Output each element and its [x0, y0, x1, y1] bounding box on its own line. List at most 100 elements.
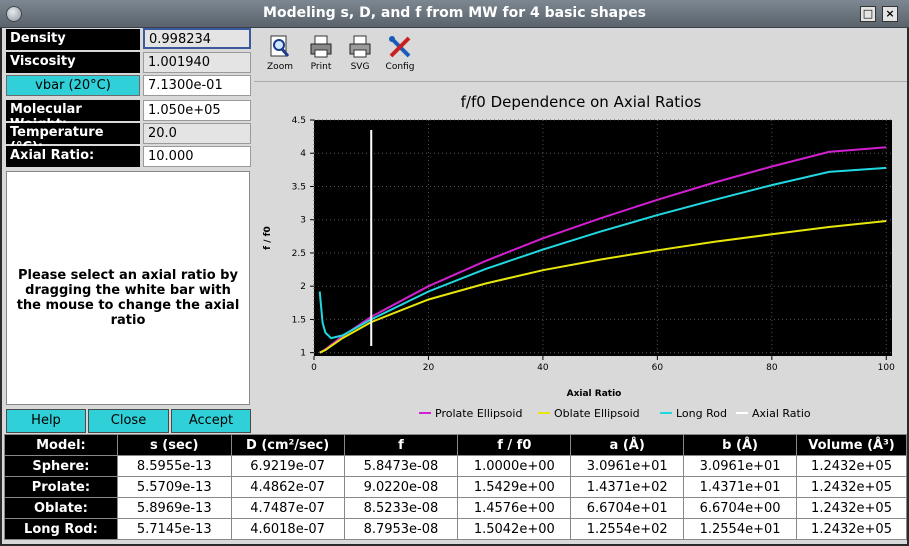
x-tick-label: 100: [878, 363, 895, 373]
table-row: Long Rod: 5.7145e-13 4.6018e-07 8.7953e-08 1…: [4, 518, 907, 540]
table-cell: 1.2432e+05: [796, 455, 907, 477]
table-cell: 8.5955e-13: [116, 455, 232, 477]
temperature-label: Temperature (°C):: [6, 123, 140, 155]
x-tick-label: 20: [423, 363, 435, 373]
y-tick-label: 3: [300, 216, 306, 226]
row-model-label: Prolate:: [4, 476, 118, 498]
ff0-chart[interactable]: f/f0 Dependence on Axial Ratios 0 20 40 60 8…: [254, 83, 907, 431]
table-cell: 8.5233e-08: [343, 497, 459, 519]
table-header: Volume (Å³): [796, 434, 907, 456]
table-cell: 4.6018e-07: [230, 518, 345, 540]
table-header: Model:: [4, 434, 118, 456]
table-cell: 6.9219e-07: [230, 455, 345, 477]
print-tool[interactable]: Print: [301, 34, 341, 72]
table-cell: 5.7145e-13: [116, 518, 232, 540]
table-row: Oblate: 5.8969e-13 4.7487e-07 8.5233e-08 1.4…: [4, 497, 907, 519]
zoom-tool[interactable]: Zoom: [260, 34, 300, 72]
x-tick-label: 60: [652, 363, 664, 373]
table-header: s (sec): [116, 434, 232, 456]
table-header: b (Å): [683, 434, 798, 456]
config-label: Config: [385, 62, 415, 72]
y-tick-label: 2.5: [292, 249, 306, 259]
table-header: f / f0: [457, 434, 572, 456]
table-row: Sphere: 8.5955e-13 6.9219e-07 5.8473e-08 1.0…: [4, 455, 907, 477]
table-cell: 1.4576e+00: [457, 497, 572, 519]
table-row: Prolate: 5.5709e-13 4.4862e-07 9.0220e-08 1.…: [4, 476, 907, 498]
chart-title: f/f0 Dependence on Axial Ratios: [461, 93, 702, 111]
row-model-label: Long Rod:: [4, 518, 118, 540]
y-tick-label: 2: [300, 282, 306, 292]
vbar-button[interactable]: vbar (20°C): [6, 75, 140, 96]
printer-icon: [310, 35, 332, 58]
table-cell: 1.2554e+02: [570, 518, 685, 540]
table-cell: 5.5709e-13: [116, 476, 232, 498]
table-cell: 6.6704e+01: [570, 497, 685, 519]
legend-label: Axial Ratio: [752, 407, 811, 420]
table-cell: 4.4862e-07: [230, 476, 345, 498]
maximize-button[interactable]: □: [860, 6, 876, 22]
vbar-field[interactable]: 7.1300e-01: [143, 75, 251, 96]
legend-label: Prolate Ellipsoid: [435, 407, 522, 420]
results-table: Model: s (sec) D (cm²/sec) f f / f0 a (Å) b (Å…: [4, 434, 907, 540]
svg-label: SVG: [350, 62, 370, 72]
table-cell: 1.2432e+05: [796, 518, 907, 540]
table-cell: 1.4371e+01: [683, 476, 798, 498]
table-cell: 5.8473e-08: [343, 455, 459, 477]
axial-ratio-label: Axial Ratio:: [6, 146, 140, 167]
plot-toolbar: Zoom Print SVG Config: [254, 28, 907, 82]
row-model-label: Sphere:: [4, 455, 118, 477]
tools-icon: [389, 36, 411, 58]
main-window: Density 0.998234 Viscosity 1.001940 vbar…: [2, 28, 907, 544]
y-axis-label: f / f0: [263, 226, 273, 250]
table-cell: 1.4371e+02: [570, 476, 685, 498]
plot-background: [314, 120, 892, 356]
table-cell: 9.0220e-08: [343, 476, 459, 498]
table-cell: 1.5042e+00: [457, 518, 572, 540]
table-cell: 4.7487e-07: [230, 497, 345, 519]
legend-label: Oblate Ellipsoid: [554, 407, 640, 420]
row-model-label: Oblate:: [4, 497, 118, 519]
help-button[interactable]: Help: [6, 409, 86, 433]
temperature-field[interactable]: 20.0: [143, 123, 251, 144]
x-tick-label: 40: [537, 363, 549, 373]
legend-label: Long Rod: [676, 407, 727, 420]
plot-panel: f/f0 Dependence on Axial Ratios 0 20 40 60 8…: [254, 83, 907, 431]
window-title: Modeling s, D, and f from MW for 4 basic…: [263, 5, 646, 21]
svg-export-icon: [349, 35, 371, 58]
table-cell: 3.0961e+01: [570, 455, 685, 477]
title-bar: Modeling s, D, and f from MW for 4 basic…: [0, 0, 909, 28]
table-cell: 8.7953e-08: [343, 518, 459, 540]
table-cell: 1.2432e+05: [796, 476, 907, 498]
table-cell: 5.8969e-13: [116, 497, 232, 519]
viscosity-label: Viscosity: [6, 52, 140, 73]
x-tick-label: 0: [311, 363, 317, 373]
table-cell: 1.0000e+00: [457, 455, 572, 477]
mw-label: Molecular Weight:: [6, 100, 140, 132]
svg-tool[interactable]: SVG: [340, 34, 380, 72]
table-cell: 3.0961e+01: [683, 455, 798, 477]
x-tick-label: 80: [766, 363, 778, 373]
table-header: D (cm²/sec): [230, 434, 345, 456]
table-cell: 6.6704e+00: [683, 497, 798, 519]
density-field[interactable]: 0.998234: [143, 28, 251, 49]
table-cell: 1.2432e+05: [796, 497, 907, 519]
axial-ratio-field[interactable]: 10.000: [143, 146, 251, 167]
mw-field[interactable]: 1.050e+05: [143, 100, 251, 121]
y-tick-label: 1: [300, 349, 306, 359]
density-label: Density: [6, 29, 140, 50]
close-button[interactable]: Close: [88, 409, 169, 433]
viscosity-field[interactable]: 1.001940: [143, 52, 251, 73]
y-tick-label: 1.5: [292, 315, 306, 325]
y-tick-label: 3.5: [292, 182, 306, 192]
config-tool[interactable]: Config: [380, 34, 420, 72]
table-cell: 1.2554e+01: [683, 518, 798, 540]
y-tick-label: 4: [300, 149, 306, 159]
message-box: Please select an axial ratio by dragging…: [6, 171, 250, 405]
print-label: Print: [310, 62, 332, 72]
y-tick-label: 4.5: [292, 116, 306, 126]
accept-button[interactable]: Accept: [171, 409, 251, 433]
table-cell: 1.5429e+00: [457, 476, 572, 498]
close-window-button[interactable]: ×: [882, 6, 898, 22]
zoom-icon: [270, 35, 290, 57]
x-axis-label: Axial Ratio: [567, 389, 622, 399]
